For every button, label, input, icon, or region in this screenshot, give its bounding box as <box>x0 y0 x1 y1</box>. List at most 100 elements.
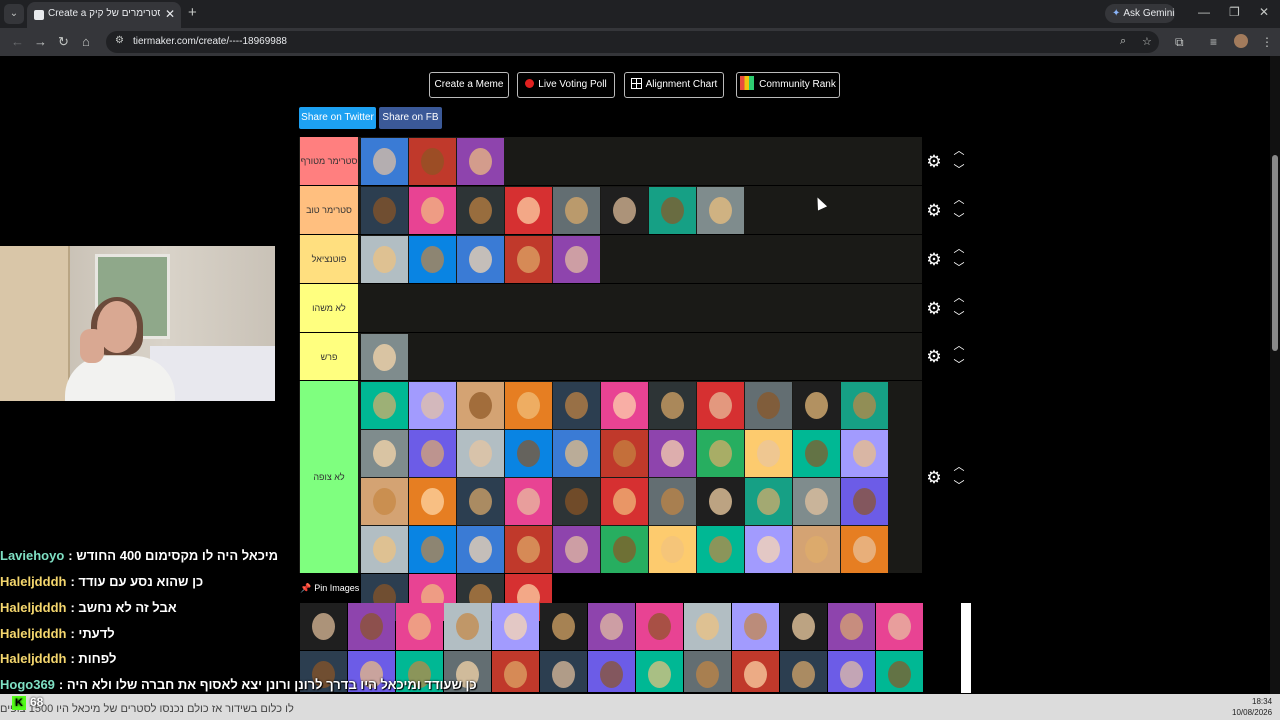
tier-item-image[interactable] <box>505 478 552 525</box>
pool-item-image[interactable] <box>684 651 731 692</box>
image-pool-scrollbar[interactable] <box>961 603 971 693</box>
new-tab-button[interactable]: + <box>188 4 197 21</box>
pool-item-image[interactable] <box>348 603 395 650</box>
tab-search-icon[interactable]: ⌄ <box>4 4 24 24</box>
tier-item-image[interactable] <box>409 478 456 525</box>
tier-item-image[interactable] <box>409 430 456 477</box>
tier-item-image[interactable] <box>457 187 504 234</box>
pool-item-image[interactable] <box>396 603 443 650</box>
pool-item-image[interactable] <box>684 603 731 650</box>
share-fb-button[interactable]: Share on FB <box>379 107 442 129</box>
tier-item-image[interactable] <box>457 478 504 525</box>
pool-item-image[interactable] <box>828 603 875 650</box>
tier-move-up-icon[interactable]: ︿ <box>953 461 965 473</box>
forward-icon[interactable]: → <box>34 34 47 49</box>
tier-item-image[interactable] <box>601 382 648 429</box>
restore-button[interactable]: ❐ <box>1229 5 1240 19</box>
tier-item-image[interactable] <box>601 430 648 477</box>
tier-settings-gear-icon[interactable]: ⚙ <box>925 152 943 171</box>
tier-item-image[interactable] <box>601 187 648 234</box>
tier-item-image[interactable] <box>649 478 696 525</box>
pool-item-image[interactable] <box>540 603 587 650</box>
create-meme-button[interactable]: Create a Meme <box>429 72 509 98</box>
tier-item-image[interactable] <box>361 138 408 185</box>
community-rank-button[interactable]: Community Rank <box>736 72 840 98</box>
minimize-button[interactable]: — <box>1198 5 1210 19</box>
tier-move-up-icon[interactable]: ︿ <box>953 194 965 206</box>
tier-move-down-icon[interactable]: ﹀ <box>953 164 965 176</box>
pool-item-image[interactable] <box>780 651 827 692</box>
tier-item-image[interactable] <box>601 526 648 573</box>
tier-item-image[interactable] <box>793 478 840 525</box>
alignment-chart-button[interactable]: Alignment Chart <box>624 72 724 98</box>
back-icon[interactable]: ← <box>11 34 24 49</box>
tier-move-down-icon[interactable]: ﹀ <box>953 311 965 323</box>
ask-gemini-button[interactable]: ✦ Ask Gemini <box>1105 4 1175 23</box>
tier-item-image[interactable] <box>745 478 792 525</box>
site-info-icon[interactable]: ⚙ <box>115 35 124 46</box>
page-scrollbar-thumb[interactable] <box>1272 155 1278 351</box>
tier-label[interactable]: לא משהו <box>300 284 358 332</box>
tier-item-image[interactable] <box>697 526 744 573</box>
tier-item-image[interactable] <box>745 526 792 573</box>
tier-item-image[interactable] <box>841 382 888 429</box>
pool-item-image[interactable] <box>876 603 923 650</box>
bookmark-star-icon[interactable]: ☆ <box>1142 35 1152 48</box>
pool-item-image[interactable] <box>636 651 683 692</box>
tier-item-image[interactable] <box>409 138 456 185</box>
tier-item-image[interactable] <box>793 526 840 573</box>
tier-item-image[interactable] <box>505 236 552 283</box>
close-window-button[interactable]: ✕ <box>1259 5 1269 19</box>
tier-item-image[interactable] <box>409 526 456 573</box>
pool-item-image[interactable] <box>588 603 635 650</box>
pool-item-image[interactable] <box>492 651 539 692</box>
tier-settings-gear-icon[interactable]: ⚙ <box>925 468 943 487</box>
share-twitter-button[interactable]: Share on Twitter <box>299 107 376 129</box>
pool-item-image[interactable] <box>444 603 491 650</box>
tier-item-image[interactable] <box>361 430 408 477</box>
tier-item-image[interactable] <box>505 187 552 234</box>
pool-item-image[interactable] <box>732 651 779 692</box>
tier-item-image[interactable] <box>697 430 744 477</box>
browser-tab[interactable]: Create a דירוג סטרימרים של קיק ✕ <box>27 2 181 28</box>
tier-move-up-icon[interactable]: ︿ <box>953 243 965 255</box>
tier-item-image[interactable] <box>505 430 552 477</box>
tier-item-image[interactable] <box>553 187 600 234</box>
tier-item-image[interactable] <box>553 430 600 477</box>
tier-item-image[interactable] <box>793 382 840 429</box>
zoom-icon[interactable]: ⌕ <box>1120 35 1126 48</box>
pool-item-image[interactable] <box>780 603 827 650</box>
tier-item-image[interactable] <box>361 382 408 429</box>
tier-item-image[interactable] <box>841 478 888 525</box>
tier-move-down-icon[interactable]: ﹀ <box>953 360 965 371</box>
tier-settings-gear-icon[interactable]: ⚙ <box>925 250 943 269</box>
tier-item-image[interactable] <box>793 430 840 477</box>
tier-item-image[interactable] <box>409 382 456 429</box>
tier-item-image[interactable] <box>409 187 456 234</box>
tier-item-image[interactable] <box>745 382 792 429</box>
tier-label[interactable]: פרש <box>300 333 358 380</box>
pin-images-toggle[interactable]: 📌 Pin Images <box>300 583 359 594</box>
tier-item-image[interactable] <box>697 187 744 234</box>
pool-item-image[interactable] <box>492 603 539 650</box>
tier-item-image[interactable] <box>697 478 744 525</box>
pool-item-image[interactable] <box>732 603 779 650</box>
tier-move-up-icon[interactable]: ︿ <box>953 341 965 352</box>
tier-item-image[interactable] <box>553 478 600 525</box>
tier-item-image[interactable] <box>841 526 888 573</box>
tier-item-image[interactable] <box>601 478 648 525</box>
tier-item-image[interactable] <box>361 236 408 283</box>
menu-icon[interactable]: ⋮ <box>1261 35 1273 49</box>
tier-item-image[interactable] <box>361 187 408 234</box>
tier-item-image[interactable] <box>457 382 504 429</box>
tier-move-down-icon[interactable]: ﹀ <box>953 262 965 274</box>
tier-item-image[interactable] <box>409 236 456 283</box>
tier-move-down-icon[interactable]: ﹀ <box>953 480 965 492</box>
page-scrollbar[interactable] <box>1270 56 1280 694</box>
reload-icon[interactable]: ↻ <box>58 34 69 50</box>
live-voting-poll-button[interactable]: Live Voting Poll <box>517 72 615 98</box>
tier-settings-gear-icon[interactable]: ⚙ <box>925 201 943 220</box>
home-icon[interactable]: ⌂ <box>82 34 90 49</box>
tier-item-image[interactable] <box>457 526 504 573</box>
tier-label[interactable]: פוטנציאל <box>300 235 358 283</box>
